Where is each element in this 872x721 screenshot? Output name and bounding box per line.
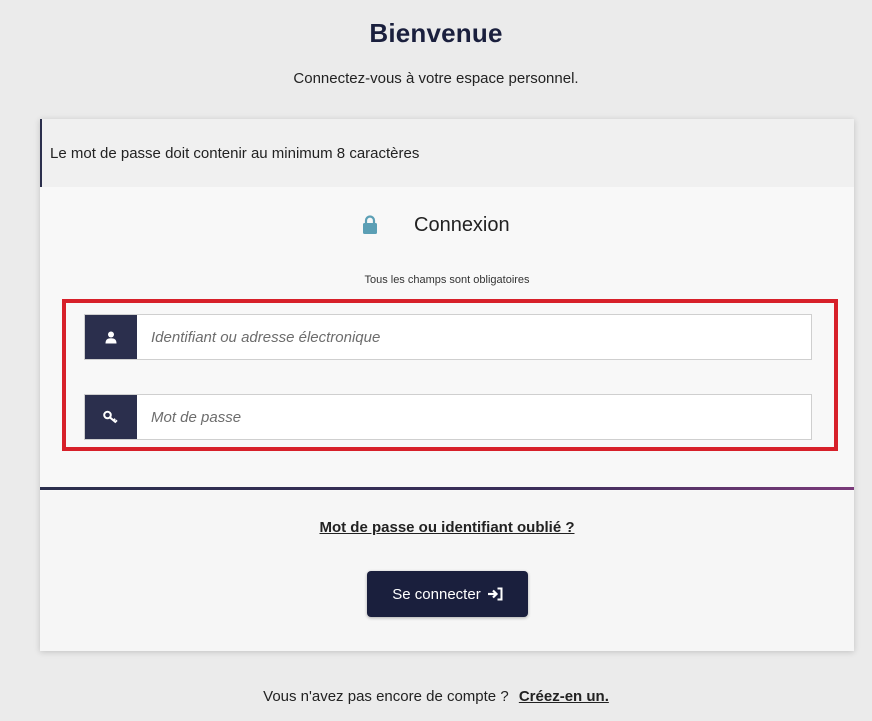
login-page: Bienvenue Connectez-vous à votre espace … xyxy=(0,0,872,721)
required-fields-note: Tous les champs sont obligatoires xyxy=(364,274,530,286)
page-subtitle: Connectez-vous à votre espace personnel. xyxy=(293,70,579,87)
login-button-label: Se connecter xyxy=(392,585,481,603)
password-input[interactable] xyxy=(137,395,811,439)
login-button[interactable]: Se connecter xyxy=(367,571,528,617)
username-field xyxy=(84,314,812,360)
sign-in-icon xyxy=(487,587,503,601)
login-card: Le mot de passe doit contenir au minimum… xyxy=(40,119,854,651)
username-input[interactable] xyxy=(137,315,811,359)
lock-icon xyxy=(362,215,378,235)
section-divider xyxy=(40,487,854,490)
form-heading: Connexion xyxy=(362,211,510,239)
page-title: Bienvenue xyxy=(369,18,503,48)
password-notice: Le mot de passe doit contenir au minimum… xyxy=(40,119,854,187)
form-heading-text: Connexion xyxy=(414,213,510,236)
forgot-credentials-link[interactable]: Mot de passe ou identifiant oublié ? xyxy=(40,519,854,536)
signup-link[interactable]: Créez-en un. xyxy=(519,688,609,705)
login-form: Connexion Tous les champs sont obligatoi… xyxy=(40,187,854,491)
signup-prompt: Vous n'avez pas encore de compte ? Créez… xyxy=(0,688,872,705)
password-field xyxy=(84,394,812,440)
user-icon xyxy=(85,315,137,359)
password-notice-text: Le mot de passe doit contenir au minimum… xyxy=(50,145,420,162)
key-icon xyxy=(85,395,137,439)
signup-prompt-text: Vous n'avez pas encore de compte ? xyxy=(263,688,509,705)
